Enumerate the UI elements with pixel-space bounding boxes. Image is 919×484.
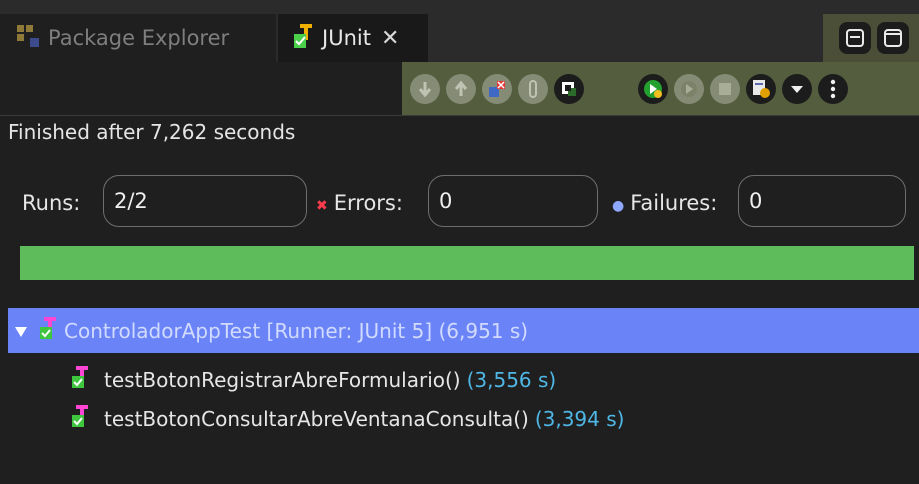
rerun-failed-icon (681, 81, 697, 97)
tree-item[interactable]: testBotonConsultarAbreVentanaConsulta() … (70, 403, 624, 434)
chevron-down-icon[interactable] (14, 319, 28, 343)
tab-label: JUnit (322, 26, 371, 50)
failures-value: 0 (749, 189, 763, 213)
chevron-down-icon (791, 86, 803, 93)
tab-package-explorer[interactable]: Package Explorer (0, 14, 276, 62)
test-method-success-icon (70, 364, 92, 395)
divider (0, 115, 919, 116)
test-name: testBotonRegistrarAbreFormulario() (104, 367, 461, 392)
test-duration: (3,556 s) (466, 367, 557, 392)
arrow-up-icon (454, 80, 468, 96)
next-failure-button[interactable] (410, 74, 440, 104)
close-icon[interactable]: ✕ (381, 26, 399, 51)
status-text: Finished after 7,262 seconds (8, 120, 296, 144)
maximize-button[interactable] (877, 22, 909, 54)
tree-item[interactable]: testBotonRegistrarAbreFormulario() (3,55… (70, 364, 556, 395)
progress-fill (20, 246, 914, 280)
rerun-icon (644, 80, 662, 98)
maximize-icon (884, 29, 902, 47)
test-name: testBotonConsultarAbreVentanaConsulta() (104, 406, 529, 431)
stop-icon (719, 83, 731, 95)
test-class-success-icon (38, 315, 60, 346)
arrow-down-icon (418, 82, 432, 98)
rerun-test-button[interactable] (638, 74, 668, 104)
scroll-lock-icon (562, 82, 576, 96)
tree-root-row[interactable]: ControladorAppTest [Runner: JUnit 5] (6,… (8, 308, 919, 353)
show-skipped-button[interactable] (518, 74, 548, 104)
failures-field: 0 (738, 175, 906, 227)
failures-label-text: Failures: (630, 191, 718, 215)
history-dropdown-button[interactable] (782, 74, 812, 104)
window-controls (823, 14, 919, 62)
errors-field: 0 (428, 175, 598, 227)
errors-value: 0 (439, 189, 453, 213)
test-duration: (3,394 s) (534, 406, 625, 431)
rerun-failed-first-button[interactable] (674, 74, 704, 104)
junit-toolbar (402, 62, 919, 115)
errors-label-text: Errors: (333, 191, 403, 215)
failure-icon: ● (612, 198, 625, 214)
minimize-button[interactable] (839, 22, 871, 54)
junit-icon (292, 22, 316, 55)
minimize-icon (846, 29, 864, 47)
errors-label: ✖ Errors: (316, 191, 403, 215)
failures-label: ● Failures: (612, 191, 717, 215)
view-menu-button[interactable] (818, 74, 848, 104)
history-icon (753, 80, 770, 98)
previous-failure-button[interactable] (446, 74, 476, 104)
tree-root-label: ControladorAppTest [Runner: JUnit 5] (6,… (64, 318, 529, 343)
scroll-lock-button[interactable] (554, 74, 584, 104)
runs-label: Runs: (22, 191, 81, 215)
test-run-history-button[interactable] (746, 74, 776, 104)
stop-button[interactable] (710, 74, 740, 104)
show-failures-only-button[interactable] (482, 74, 512, 104)
test-tube-icon (529, 80, 537, 98)
runs-value: 2/2 (114, 189, 148, 213)
test-method-success-icon (70, 403, 92, 434)
more-vertical-icon (830, 79, 836, 99)
error-icon: ✖ (316, 198, 328, 214)
package-explorer-icon (14, 22, 42, 55)
tab-label: Package Explorer (48, 26, 230, 50)
tab-junit[interactable]: JUnit ✕ (278, 14, 428, 62)
failures-only-icon (489, 81, 505, 97)
progress-bar (20, 246, 914, 280)
runs-field: 2/2 (103, 175, 307, 227)
